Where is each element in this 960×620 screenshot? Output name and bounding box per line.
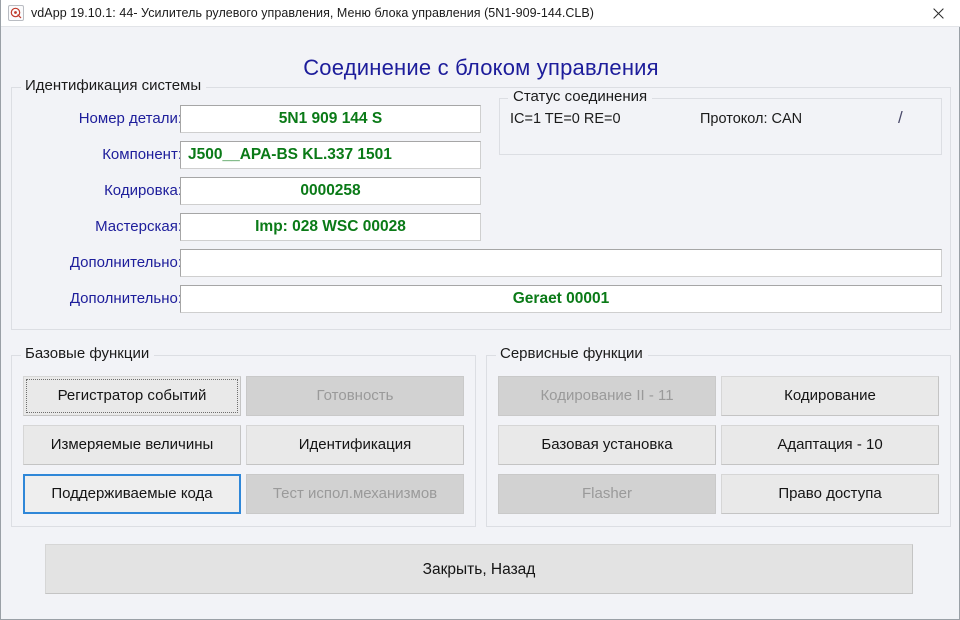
app-icon <box>8 5 24 21</box>
row-coding: Кодировка: <box>12 177 182 205</box>
label-additional-1: Дополнительно: <box>69 254 182 271</box>
button-basic-setting[interactable]: Базовая установка <box>498 425 716 465</box>
button-flasher: Flasher <box>498 474 716 514</box>
connection-spinner-icon: / <box>898 108 903 127</box>
label-component: Компонент: <box>102 146 182 163</box>
close-window-button[interactable] <box>915 0 960 26</box>
button-readiness: Готовность <box>246 376 464 416</box>
row-component: Компонент: <box>12 141 182 169</box>
row-additional-2: Дополнительно: <box>12 285 182 313</box>
basic-functions-group-title: Базовые функции <box>21 345 155 362</box>
label-coding: Кодировка: <box>104 182 182 199</box>
title-bar: vdApp 19.10.1: 44- Усилитель рулевого уп… <box>1 0 960 27</box>
label-additional-2: Дополнительно: <box>69 290 182 307</box>
button-identification[interactable]: Идентификация <box>246 425 464 465</box>
window-title: vdApp 19.10.1: 44- Усилитель рулевого уп… <box>31 6 595 20</box>
field-component[interactable]: J500__APA-BS KL.337 1501 <box>180 141 481 169</box>
label-part-number: Номер детали: <box>78 110 182 127</box>
field-part-number[interactable]: 5N1 909 144 S <box>180 105 481 133</box>
service-functions-group-title: Сервисные функции <box>496 345 648 362</box>
service-functions-group: Сервисные функции Кодирование II - 11 Ко… <box>486 345 951 527</box>
row-part-number: Номер детали: <box>12 105 182 133</box>
button-measured-values[interactable]: Измеряемые величины <box>23 425 241 465</box>
connection-status-panel: Статус соединения IC=1 TE=0 RE=0 Протоко… <box>499 88 942 155</box>
button-event-logger[interactable]: Регистратор событий <box>23 376 241 416</box>
application-window: vdApp 19.10.1: 44- Усилитель рулевого уп… <box>0 0 960 620</box>
label-workshop: Мастерская: <box>95 218 182 235</box>
connection-protocol: Протокол: CAN <box>700 111 803 127</box>
button-close-back[interactable]: Закрыть, Назад <box>45 544 913 594</box>
field-workshop[interactable]: Imp: 028 WSC 00028 <box>180 213 481 241</box>
basic-functions-group: Базовые функции Регистратор событий Гото… <box>11 345 476 527</box>
button-supported-codes[interactable]: Поддерживаемые кода <box>23 474 241 514</box>
identification-group: Идентификация системы Номер детали: 5N1 … <box>11 77 951 330</box>
button-coding[interactable]: Кодирование <box>721 376 939 416</box>
button-adaptation-10[interactable]: Адаптация - 10 <box>721 425 939 465</box>
field-additional-1[interactable] <box>180 249 942 277</box>
row-additional-1: Дополнительно: <box>12 249 182 277</box>
button-access-rights[interactable]: Право доступа <box>721 474 939 514</box>
connection-status-title: Статус соединения <box>508 88 653 105</box>
connection-counters: IC=1 TE=0 RE=0 <box>510 111 621 127</box>
button-actuator-test: Тест испол.механизмов <box>246 474 464 514</box>
button-coding-ii-11: Кодирование II - 11 <box>498 376 716 416</box>
row-workshop: Мастерская: <box>12 213 182 241</box>
field-coding[interactable]: 0000258 <box>180 177 481 205</box>
field-additional-2[interactable]: Geraet 00001 <box>180 285 942 313</box>
identification-group-title: Идентификация системы <box>21 77 207 94</box>
